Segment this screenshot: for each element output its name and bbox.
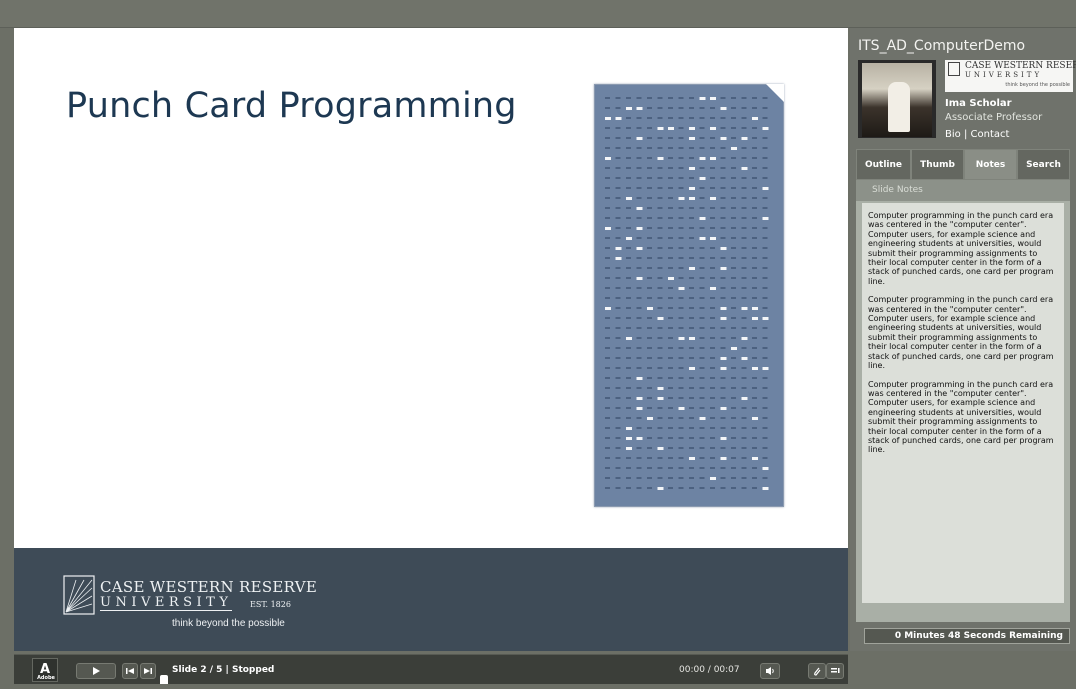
time-remaining: 0 Minutes 48 Seconds Remaining — [864, 628, 1070, 644]
attachments-button[interactable] — [808, 663, 826, 679]
play-icon — [93, 667, 100, 675]
sidebar-logo-name: CASE WESTERN RESERVE — [965, 61, 1076, 71]
sidebar-logo-university: UNIVERSITY — [965, 71, 1043, 79]
notes-panel: Slide Notes Computer programming in the … — [856, 180, 1070, 622]
skip-next-icon — [144, 668, 152, 674]
bio-link[interactable]: Bio — [945, 129, 961, 140]
slide-footer: CASE WESTERN RESERVE UNIVERSITY EST. 182… — [14, 548, 848, 651]
volume-icon — [766, 667, 774, 675]
note-paragraph: Computer programming in the punch card e… — [868, 211, 1054, 286]
punch-card-notch — [766, 84, 784, 102]
time-readout: 00:00 / 00:07 — [679, 665, 740, 675]
playbar: A Adobe Slide 2 / 5 | Stopped 00:00 / 00… — [0, 651, 1076, 689]
cwru-university: UNIVERSITY — [100, 595, 233, 611]
paperclip-icon — [814, 667, 821, 676]
skip-previous-icon — [126, 668, 134, 674]
punch-card-image — [594, 84, 784, 507]
note-paragraph: Computer programming in the punch card e… — [868, 295, 1054, 371]
cwru-crest-icon — [63, 575, 95, 615]
note-paragraph: Computer programming in the punch card e… — [868, 379, 1054, 455]
crest-icon — [948, 62, 960, 76]
contact-link[interactable]: Contact — [971, 129, 1010, 140]
sidebar-logo-tagline: think beyond the possible — [1005, 82, 1070, 88]
slide-status: Slide 2 / 5 | Stopped — [172, 665, 275, 675]
sidebar-logo: CASE WESTERN RESERVE UNIVERSITY think be… — [945, 60, 1076, 92]
menu-icon — [831, 668, 840, 673]
presenter-role: Associate Professor — [945, 112, 1043, 123]
slide-canvas: Punch Card Programming — [14, 28, 848, 548]
notes-header: Slide Notes — [856, 180, 1070, 201]
tab-outline[interactable]: Outline — [856, 149, 911, 180]
notes-body[interactable]: Computer programming in the punch card e… — [862, 203, 1064, 603]
punch-card-holes — [605, 97, 769, 490]
presenter-name: Ima Scholar — [945, 98, 1012, 109]
sidebar: ITS_AD_ComputerDemo CASE WESTERN RESERVE… — [850, 28, 1076, 651]
volume-button[interactable] — [760, 663, 780, 679]
playbar-strip: A Adobe Slide 2 / 5 | Stopped 00:00 / 00… — [14, 654, 848, 684]
adobe-label: Adobe — [37, 675, 55, 681]
presentation-title: ITS_AD_ComputerDemo — [858, 38, 1026, 54]
cwru-tagline: think beyond the possible — [172, 618, 285, 629]
cwru-established: EST. 1826 — [250, 600, 291, 609]
play-button[interactable] — [76, 663, 116, 679]
presenter-links: Bio | Contact — [945, 129, 1009, 140]
notes-header-label: Slide Notes — [872, 185, 923, 195]
top-bar — [0, 0, 1076, 28]
menu-button[interactable] — [826, 663, 844, 679]
tab-notes[interactable]: Notes — [964, 149, 1017, 180]
tab-thumb[interactable]: Thumb — [911, 149, 964, 180]
previous-slide-button[interactable] — [122, 663, 138, 679]
presenter-photo — [858, 60, 936, 138]
adobe-logo[interactable]: A Adobe — [32, 658, 58, 682]
cwru-logo: CASE WESTERN RESERVE UNIVERSITY EST. 182… — [62, 574, 317, 634]
next-slide-button[interactable] — [140, 663, 156, 679]
sidebar-tabs: Outline Thumb Notes Search — [856, 149, 1070, 180]
progress-scrubber[interactable] — [160, 675, 168, 684]
link-separator: | — [963, 129, 968, 140]
slide-title: Punch Card Programming — [66, 86, 517, 126]
cwru-name: CASE WESTERN RESERVE — [100, 578, 318, 596]
tab-search[interactable]: Search — [1017, 149, 1070, 180]
